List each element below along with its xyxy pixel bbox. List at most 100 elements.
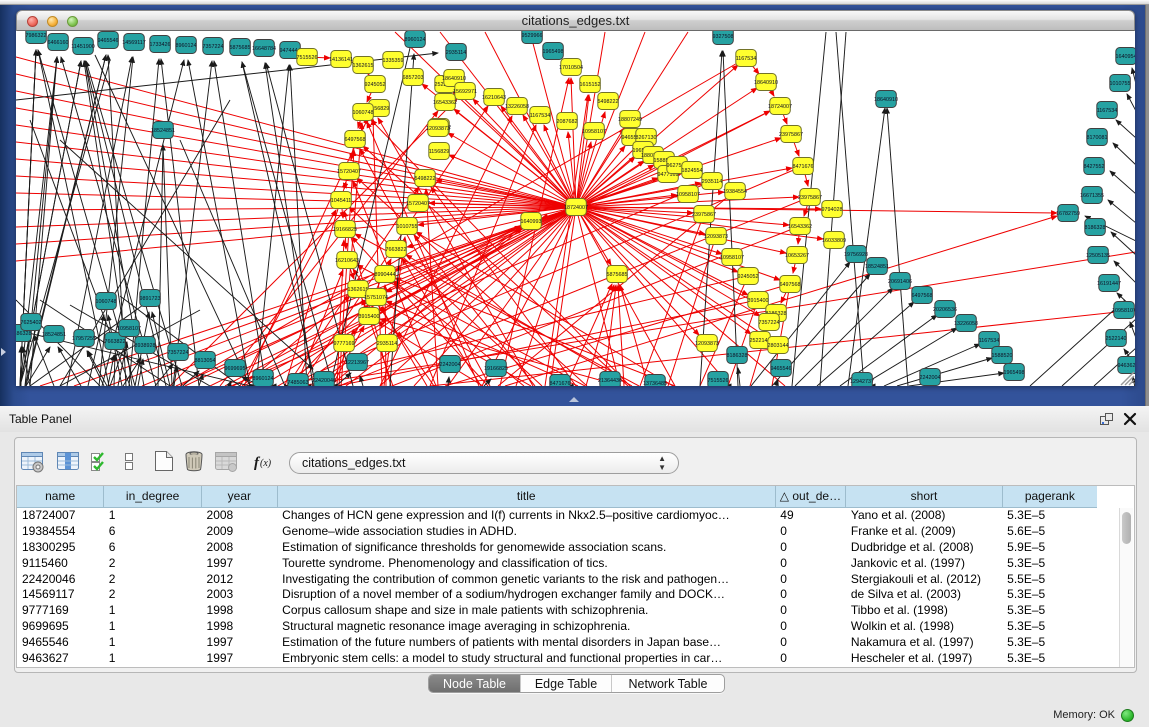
- svg-text:10958107: 10958107: [676, 192, 700, 198]
- svg-text:15692971: 15692971: [453, 89, 477, 95]
- svg-text:9529966: 9529966: [522, 33, 543, 39]
- svg-text:1615152: 1615152: [580, 82, 601, 88]
- svg-text:7357224: 7357224: [759, 320, 780, 326]
- svg-text:7357224: 7357224: [168, 350, 189, 356]
- svg-text:12093873: 12093873: [704, 234, 728, 240]
- svg-text:21364436: 21364436: [598, 378, 622, 384]
- svg-text:14569117: 14569117: [122, 40, 146, 46]
- svg-text:5498222: 5498222: [415, 176, 436, 182]
- svg-text:10958107: 10958107: [720, 255, 744, 261]
- svg-text:16543362: 16543362: [788, 224, 812, 230]
- svg-text:16191447: 16191447: [1097, 281, 1121, 287]
- svg-text:8170081: 8170081: [1087, 135, 1108, 141]
- svg-text:2242004: 2242004: [440, 362, 461, 368]
- svg-text:23975867: 23975867: [692, 212, 716, 218]
- svg-text:18524851: 18524851: [42, 332, 66, 338]
- svg-text:9794028: 9794028: [822, 207, 843, 213]
- svg-text:8471676: 8471676: [793, 164, 814, 170]
- svg-text:7663822: 7663822: [386, 247, 407, 253]
- svg-text:23975867: 23975867: [779, 132, 803, 138]
- svg-text:9777169: 9777169: [334, 341, 355, 347]
- svg-text:16671355: 16671355: [1080, 193, 1104, 199]
- svg-text:18640910: 18640910: [754, 80, 778, 86]
- svg-text:1167534: 1167534: [530, 113, 551, 119]
- svg-text:8186328: 8186328: [16, 331, 32, 337]
- svg-text:6497568: 6497568: [780, 282, 801, 288]
- svg-text:(x): (x): [260, 458, 272, 469]
- svg-text:13736485: 13736485: [643, 381, 667, 386]
- svg-text:2935114: 2935114: [446, 50, 467, 56]
- svg-text:8471676: 8471676: [550, 381, 571, 386]
- svg-text:7986322: 7986322: [26, 33, 47, 39]
- svg-text:10958107: 10958107: [1112, 308, 1135, 314]
- svg-text:12093873: 12093873: [426, 126, 450, 132]
- svg-text:19166825: 19166825: [333, 227, 357, 233]
- svg-text:1156829: 1156829: [429, 149, 450, 155]
- svg-text:6857203: 6857203: [403, 75, 424, 81]
- svg-text:15720407: 15720407: [406, 201, 430, 207]
- svg-text:15751074: 15751074: [364, 295, 388, 301]
- svg-text:9465546: 9465546: [771, 366, 792, 372]
- svg-text:6497568: 6497568: [345, 137, 366, 143]
- svg-text:2803144: 2803144: [768, 343, 789, 349]
- svg-text:14136141: 14136141: [329, 57, 353, 63]
- svg-text:1824554: 1824554: [682, 168, 703, 174]
- svg-text:18807249: 18807249: [618, 117, 642, 123]
- svg-text:18524851: 18524851: [865, 264, 889, 270]
- svg-text:10958107: 10958107: [117, 326, 141, 332]
- svg-text:16033809: 16033809: [822, 238, 846, 244]
- svg-text:8186328: 8186328: [727, 353, 748, 359]
- svg-text:12942737: 12942737: [850, 379, 874, 385]
- svg-text:16782759: 16782759: [1056, 211, 1080, 217]
- svg-text:8267130: 8267130: [636, 135, 657, 141]
- svg-text:12505135: 12505135: [1086, 253, 1110, 259]
- svg-text:1335359: 1335359: [383, 58, 404, 64]
- svg-text:1640993: 1640993: [521, 219, 542, 225]
- svg-text:7357224: 7357224: [203, 44, 224, 50]
- svg-text:11451900: 11451900: [71, 44, 95, 50]
- svg-text:19384554: 19384554: [723, 189, 747, 195]
- svg-text:22420046: 22420046: [312, 378, 336, 384]
- svg-text:8813054: 8813054: [195, 358, 216, 364]
- svg-text:1167534: 1167534: [736, 56, 757, 62]
- svg-text:2935114: 2935114: [702, 179, 723, 185]
- svg-text:6497568: 6497568: [912, 293, 933, 299]
- svg-text:1167534: 1167534: [979, 338, 1000, 344]
- svg-text:9245052: 9245052: [365, 82, 386, 88]
- svg-text:9327508: 9327508: [713, 34, 734, 40]
- svg-text:18640910: 18640910: [442, 76, 466, 82]
- svg-text:9245052: 9245052: [738, 274, 759, 280]
- svg-text:2087682: 2087682: [557, 119, 578, 125]
- svg-text:2935114: 2935114: [377, 341, 398, 347]
- svg-text:1588520: 1588520: [992, 353, 1013, 359]
- svg-text:19756928: 19756928: [844, 252, 868, 258]
- svg-text:1060748: 1060748: [353, 110, 374, 116]
- svg-text:8427552: 8427552: [1084, 164, 1105, 170]
- svg-text:8960124: 8960124: [176, 43, 197, 49]
- svg-text:18724007: 18724007: [564, 205, 588, 211]
- svg-text:1965498: 1965498: [543, 49, 564, 55]
- svg-text:17957255: 17957255: [72, 336, 96, 342]
- svg-text:23975867: 23975867: [798, 195, 822, 201]
- svg-text:8960124: 8960124: [253, 376, 274, 382]
- svg-text:3915400: 3915400: [359, 314, 380, 320]
- svg-text:1045411: 1045411: [331, 198, 352, 204]
- svg-text:2522140: 2522140: [1106, 336, 1127, 342]
- svg-text:10653267: 10653267: [785, 253, 809, 259]
- svg-text:18724007: 18724007: [768, 104, 792, 110]
- svg-text:16648784: 16648784: [252, 46, 276, 52]
- svg-text:9699695: 9699695: [225, 366, 246, 372]
- svg-text:16543362: 16543362: [433, 100, 457, 106]
- svg-text:12093873: 12093873: [695, 341, 719, 347]
- svg-text:15720407: 15720407: [337, 169, 361, 175]
- svg-text:9891723: 9891723: [140, 296, 161, 302]
- svg-text:7515526: 7515526: [297, 55, 318, 61]
- svg-text:12213967: 12213967: [345, 360, 369, 366]
- svg-text:20691406: 20691406: [888, 279, 912, 285]
- svg-text:1060748: 1060748: [96, 299, 117, 305]
- svg-text:9465546: 9465546: [98, 38, 119, 44]
- svg-text:7515526: 7515526: [708, 378, 729, 384]
- svg-text:16210643: 16210643: [482, 95, 506, 101]
- svg-text:1733426: 1733426: [150, 42, 171, 48]
- svg-text:2242004: 2242004: [920, 375, 941, 381]
